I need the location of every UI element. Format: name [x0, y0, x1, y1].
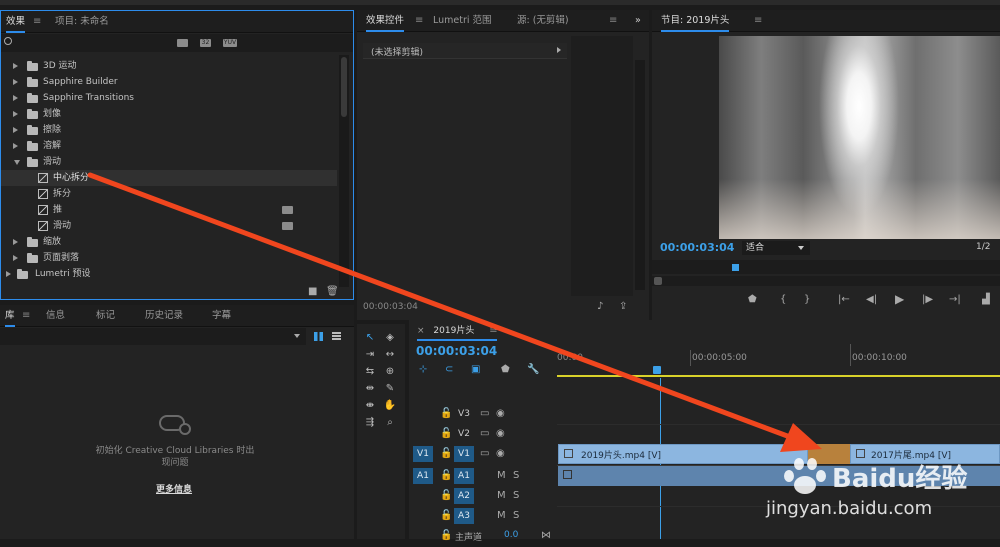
- baidu-watermark-text: Baidu经验: [832, 464, 968, 494]
- baidu-paw-logo: [780, 456, 828, 496]
- baidu-watermark: Baidu经验 jingyan.baidu.com: [760, 440, 1000, 539]
- baidu-watermark-url: jingyan.baidu.com: [766, 498, 933, 519]
